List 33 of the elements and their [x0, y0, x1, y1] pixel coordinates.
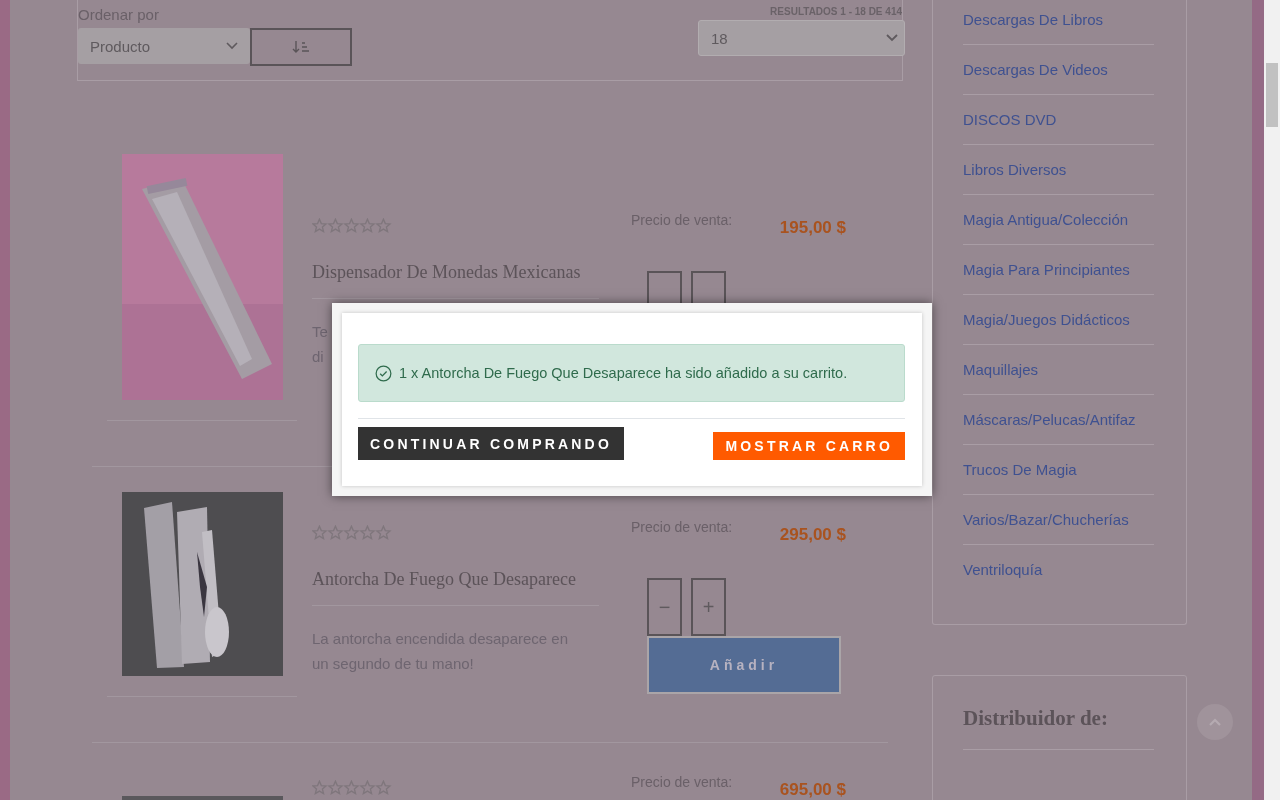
category-link[interactable]: Máscaras/Pelucas/Antifaz: [963, 395, 1154, 445]
category-link[interactable]: Magia Para Principiantes: [963, 245, 1154, 295]
scroll-to-top-button[interactable]: [1197, 704, 1233, 740]
category-link[interactable]: Descargas De Videos: [963, 45, 1154, 95]
decrease-button[interactable]: −: [647, 578, 682, 636]
category-link[interactable]: Maquillajes: [963, 345, 1154, 395]
increase-button[interactable]: +: [691, 578, 726, 636]
category-link[interactable]: Libros Diversos: [963, 145, 1154, 195]
category-link[interactable]: Descargas De Libros: [963, 0, 1154, 45]
sort-order-button[interactable]: [250, 28, 352, 66]
product-price: 695,00 $: [779, 780, 846, 800]
check-circle-icon: [375, 364, 392, 382]
continue-shopping-button[interactable]: CONTINUAR COMPRANDO: [358, 427, 624, 460]
distributor-heading: Distribuidor de:: [963, 706, 1154, 750]
scrollbar[interactable]: [1264, 0, 1280, 800]
category-link[interactable]: Magia/Juegos Didácticos: [963, 295, 1154, 345]
sort-icon: [292, 40, 310, 54]
show-cart-button[interactable]: MOSTRAR CARRO: [713, 430, 905, 460]
success-message: 1 x Antorcha De Fuego Que Desaparece ha sido añadido a su carrito.: [399, 365, 848, 381]
category-link[interactable]: Trucos De Magia: [963, 445, 1154, 495]
category-link[interactable]: Ventriloquía: [963, 545, 1154, 594]
chevron-down-icon: [886, 34, 898, 42]
chevron-down-icon: [226, 42, 238, 50]
product-price: 195,00 $: [779, 218, 846, 238]
category-link[interactable]: DISCOS DVD: [963, 95, 1154, 145]
product-price: 295,00 $: [779, 525, 846, 545]
product-title[interactable]: Dispensador De Monedas Mexicanas: [312, 260, 599, 284]
category-link[interactable]: Varios/Bazar/Chucherías: [963, 495, 1154, 545]
add-to-cart-button[interactable]: Añadir: [647, 636, 841, 694]
product-title[interactable]: Antorcha De Fuego Que Desaparece: [312, 567, 599, 591]
category-link[interactable]: Magia Antigua/Colección: [963, 195, 1154, 245]
sort-select[interactable]: Producto: [78, 28, 250, 64]
per-page-select[interactable]: 18: [698, 20, 905, 56]
